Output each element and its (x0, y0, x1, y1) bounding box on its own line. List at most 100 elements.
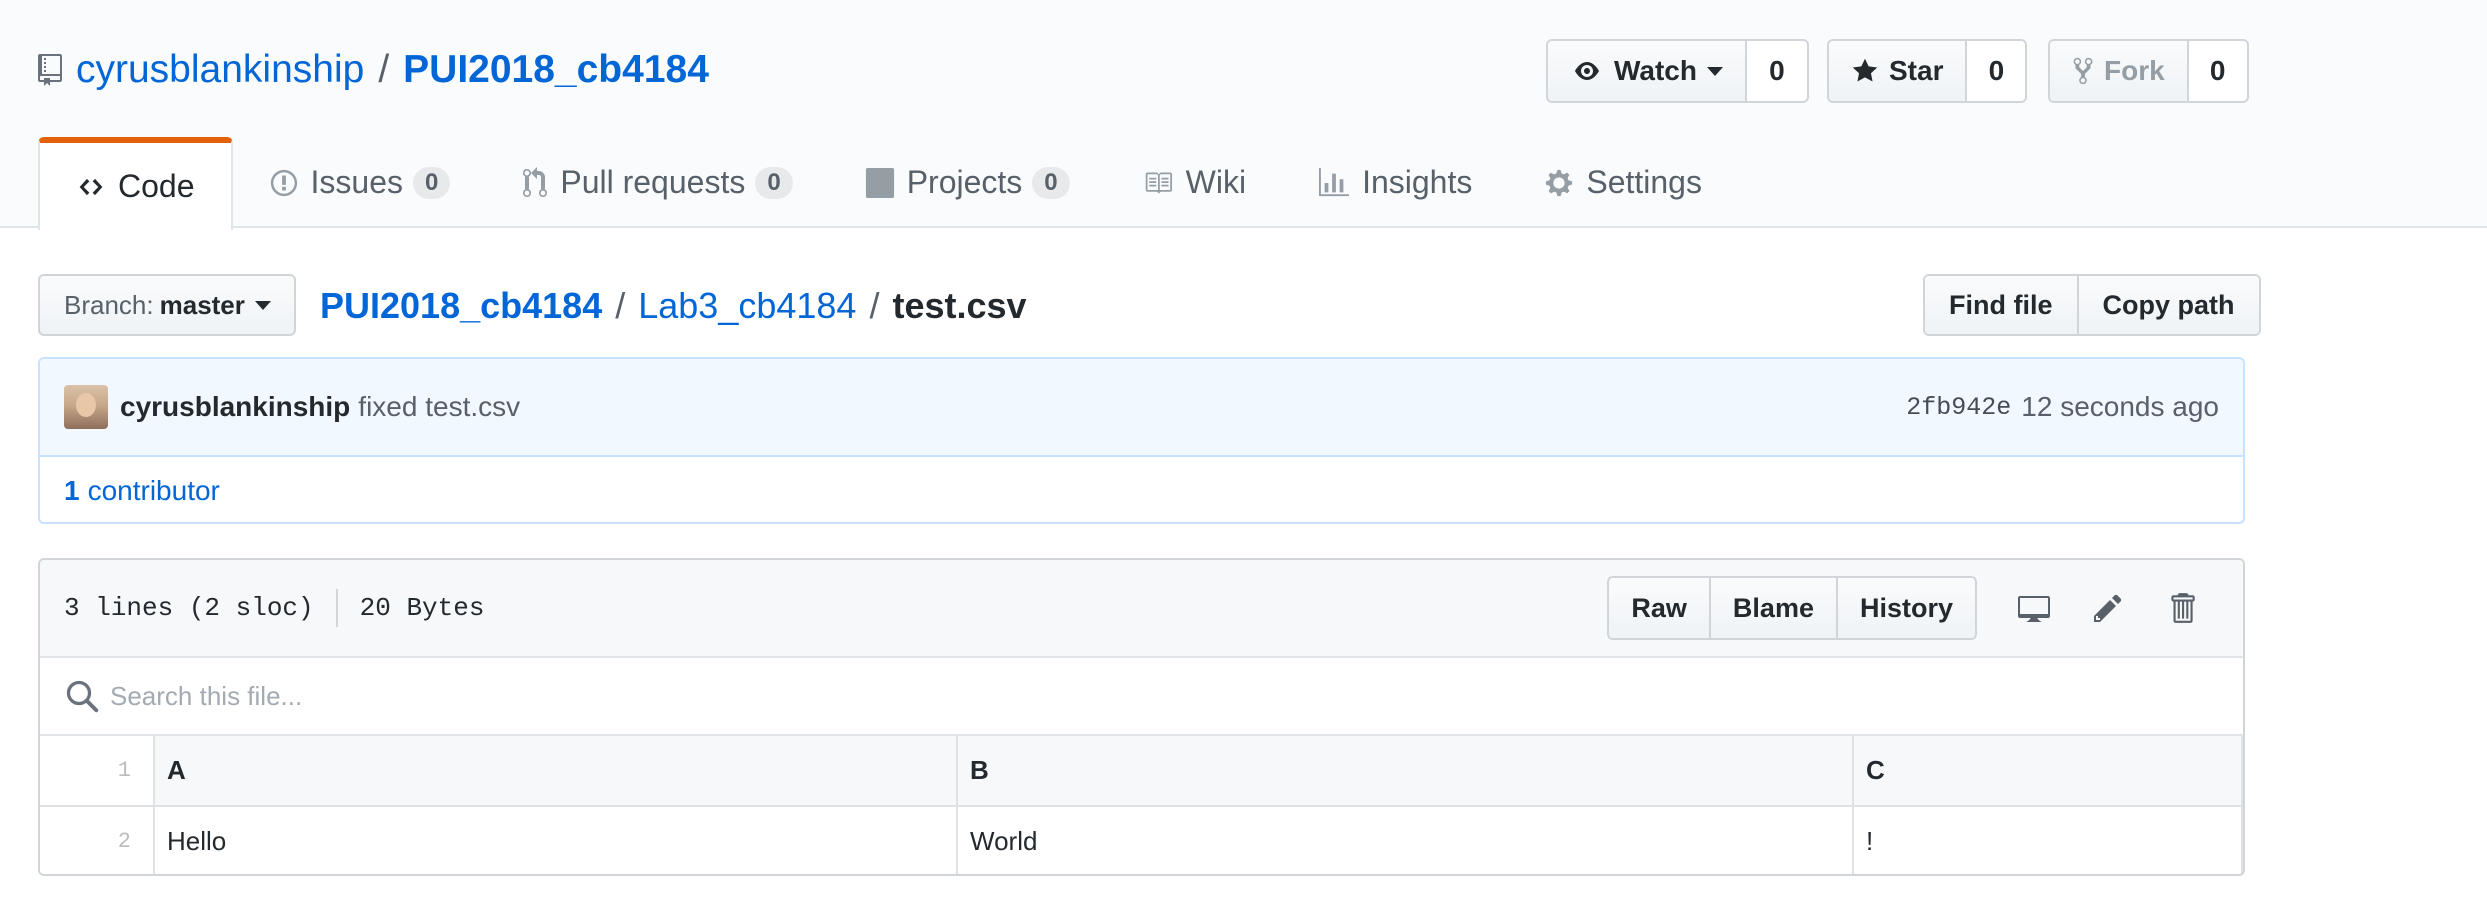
watch-label: Watch (1614, 55, 1697, 86)
tab-label: Code (118, 168, 195, 204)
file-size: 20 Bytes (359, 593, 485, 623)
tab-projects[interactable]: Projects 0 (829, 137, 1106, 228)
open-desktop-button[interactable] (1997, 576, 2071, 640)
file-nav-button-group: Find file Copy path (1923, 274, 2261, 336)
search-icon (66, 680, 99, 713)
history-button[interactable]: History (1835, 578, 1975, 638)
tab-pull-requests[interactable]: Pull requests 0 (486, 137, 828, 228)
contributors-label: contributor (87, 474, 220, 506)
contributors-link[interactable]: 1 contributor (40, 457, 2243, 522)
file-search-input[interactable] (110, 680, 1510, 712)
path-separator: / (378, 48, 390, 91)
tab-label: Settings (1586, 164, 1702, 200)
eye-icon (1575, 62, 1599, 80)
project-icon (865, 167, 894, 198)
branch-label: Branch: (64, 289, 154, 320)
code-icon (79, 178, 103, 195)
table-cell: Hello (153, 805, 958, 874)
star-group: Star 0 (1827, 39, 2028, 103)
tab-label: Insights (1362, 164, 1473, 200)
table-cell: ! (1852, 805, 2243, 874)
table-header-cell: B (956, 736, 1854, 807)
copy-path-button[interactable]: Copy path (2076, 276, 2259, 334)
divider (335, 589, 338, 627)
file-header: 3 lines (2 sloc) 20 Bytes Raw Blame Hist… (40, 560, 2243, 658)
fork-button[interactable]: Fork (2050, 41, 2187, 101)
branch-selector-button[interactable]: Branch: master (38, 274, 296, 336)
pencil-icon (2094, 594, 2122, 622)
file-search-row (40, 658, 2243, 736)
tab-wiki[interactable]: Wiki (1106, 137, 1282, 228)
file-actions: Raw Blame History (1607, 576, 2219, 640)
line-number[interactable]: 1 (40, 736, 155, 807)
edit-file-button[interactable] (2071, 576, 2145, 640)
delete-file-button[interactable] (2145, 576, 2219, 640)
tab-code[interactable]: Code (38, 137, 233, 230)
file-view-button-group: Raw Blame History (1607, 576, 1977, 640)
commit-message-link[interactable]: fixed test.csv (358, 391, 520, 423)
repo-name-link[interactable]: PUI2018_cb4184 (403, 48, 709, 92)
table-row: 2 Hello World ! (40, 805, 2243, 874)
blame-button[interactable]: Blame (1708, 578, 1836, 638)
tab-label: Wiki (1185, 164, 1247, 200)
chevron-down-icon (1706, 66, 1723, 76)
tab-settings[interactable]: Settings (1508, 137, 1738, 228)
avatar[interactable] (64, 385, 108, 429)
commit-tease-box: cyrusblankinship fixed test.csv 2fb942e … (38, 357, 2245, 524)
issue-icon (270, 169, 297, 196)
repo-header: cyrusblankinship / PUI2018_cb4184 Watch … (0, 0, 2487, 230)
watch-group: Watch 0 (1546, 39, 1809, 103)
breadcrumb-repo-link[interactable]: PUI2018_cb4184 (320, 285, 602, 327)
line-number[interactable]: 2 (40, 805, 155, 874)
watch-count[interactable]: 0 (1744, 41, 1807, 101)
table-cell: World (956, 805, 1854, 874)
gear-icon (1546, 169, 1573, 196)
chevron-down-icon (254, 300, 271, 310)
file-info: 3 lines (2 sloc) 20 Bytes (64, 589, 484, 627)
commit-time: 12 seconds ago (2021, 391, 2219, 422)
breadcrumb-separator: / (615, 285, 626, 326)
breadcrumb-separator: / (869, 285, 880, 326)
desktop-icon (2018, 596, 2050, 622)
breadcrumb: PUI2018_cb4184 / Lab3_cb4184 / test.csv (320, 278, 1027, 334)
file-line-count: 3 lines (2 sloc) (64, 593, 314, 623)
repo-title: cyrusblankinship / PUI2018_cb4184 (38, 44, 709, 96)
tab-label: Pull requests (560, 164, 746, 200)
raw-button[interactable]: Raw (1609, 578, 1709, 638)
tab-label: Projects (906, 164, 1023, 200)
pull-requests-counter: 0 (755, 166, 793, 199)
commit-tease: cyrusblankinship fixed test.csv 2fb942e … (40, 359, 2243, 457)
commit-meta: 2fb942e 12 seconds ago (1906, 391, 2219, 423)
contributors-count: 1 (64, 474, 80, 506)
star-count[interactable]: 0 (1965, 41, 2026, 101)
star-icon (1852, 58, 1878, 82)
star-button[interactable]: Star (1829, 41, 1966, 101)
fork-group: Fork 0 (2048, 39, 2249, 103)
star-label: Star (1889, 55, 1944, 86)
breadcrumb-folder-link[interactable]: Lab3_cb4184 (638, 285, 856, 327)
repo-nav-tabs: Code Issues 0 Pull requests 0 Projects 0… (38, 137, 1738, 230)
table-header-cell: C (1852, 736, 2243, 807)
fork-icon (2073, 57, 2093, 85)
fork-count[interactable]: 0 (2186, 41, 2247, 101)
csv-table: 1 A B C 2 Hello World ! (40, 736, 2243, 874)
fork-label: Fork (2104, 55, 2165, 86)
tab-insights[interactable]: Insights (1282, 137, 1508, 228)
watch-button[interactable]: Watch (1548, 41, 1745, 101)
table-header-row: 1 A B C (40, 736, 2243, 807)
branch-name: master (159, 289, 245, 320)
graph-icon (1319, 167, 1350, 196)
trash-icon (2171, 593, 2195, 623)
commit-sha-link[interactable]: 2fb942e (1906, 393, 2011, 422)
repo-owner-link[interactable]: cyrusblankinship (76, 48, 364, 92)
repo-icon (38, 54, 62, 86)
book-icon (1145, 172, 1172, 193)
find-file-button[interactable]: Find file (1925, 276, 2077, 334)
pull-request-icon (523, 166, 548, 197)
breadcrumb-current-file: test.csv (892, 285, 1027, 326)
projects-counter: 0 (1032, 166, 1070, 199)
commit-author-link[interactable]: cyrusblankinship (120, 391, 350, 423)
issues-counter: 0 (412, 166, 451, 199)
table-header-cell: A (153, 736, 958, 807)
tab-issues[interactable]: Issues 0 (233, 137, 487, 228)
